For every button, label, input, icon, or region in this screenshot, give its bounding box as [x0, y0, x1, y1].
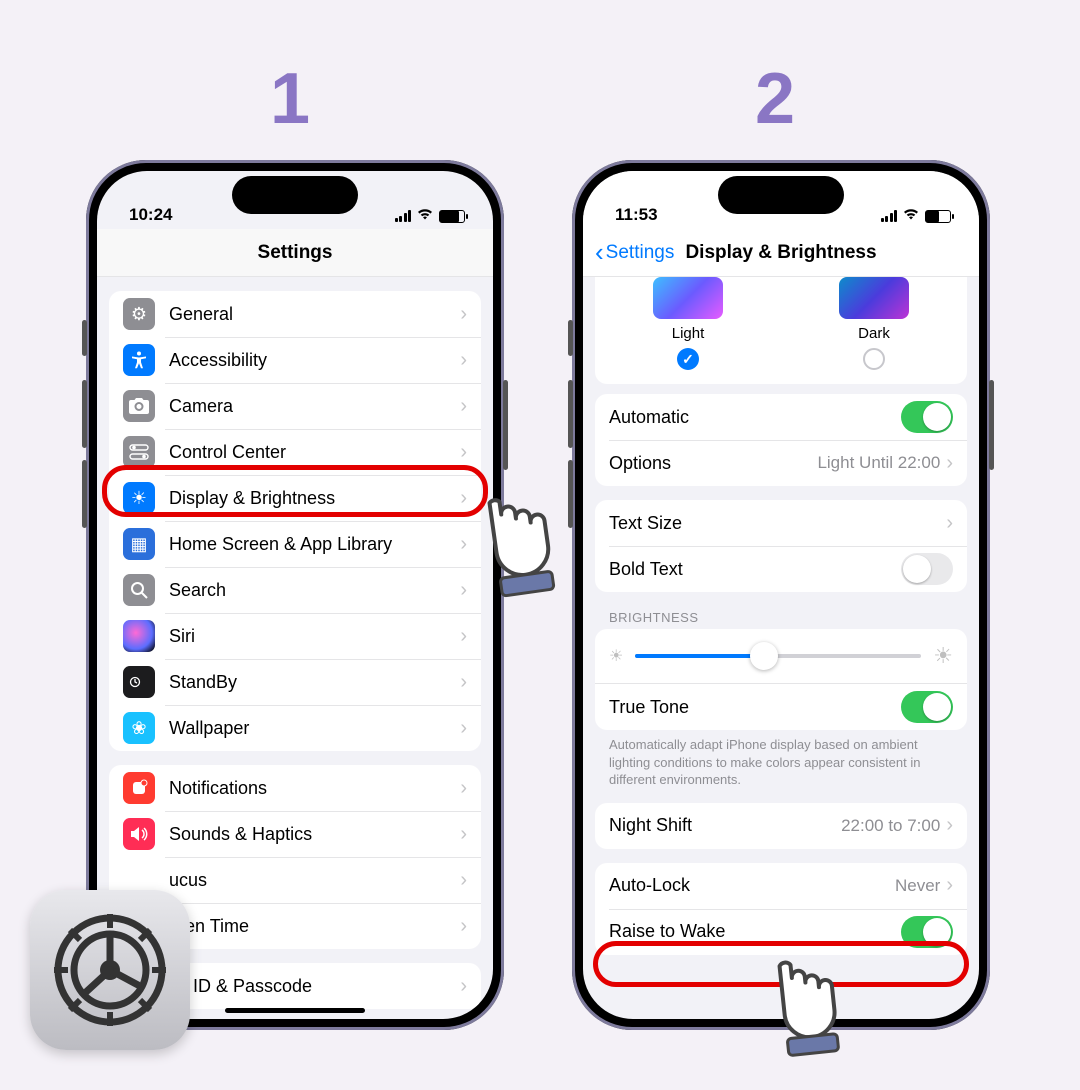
wifi-icon	[902, 207, 920, 225]
navbar: ‹Settings Display & Brightness	[583, 229, 979, 277]
wifi-icon	[416, 207, 434, 225]
chevron-right-icon: ›	[460, 303, 467, 326]
chevron-right-icon: ›	[460, 349, 467, 372]
page-title: Display & Brightness	[685, 242, 876, 264]
dynamic-island	[232, 176, 358, 214]
grid-icon: ▦	[123, 528, 155, 560]
battery-icon	[925, 210, 951, 223]
cellular-icon	[881, 210, 898, 222]
dynamic-island	[718, 176, 844, 214]
chevron-right-icon: ›	[460, 395, 467, 418]
row-true-tone[interactable]: True Tone	[595, 684, 967, 730]
flower-icon: ❀	[123, 712, 155, 744]
sun-large-icon: ☀	[933, 643, 953, 669]
sun-small-icon: ☀	[609, 646, 623, 666]
text-group: Text Size› Bold Text	[595, 500, 967, 592]
row-standby[interactable]: StandBy›	[109, 659, 481, 705]
step-number-1: 1	[270, 58, 310, 140]
switches-icon	[123, 436, 155, 468]
brightness-slider[interactable]: ☀ ☀	[595, 629, 967, 684]
row-home-screen[interactable]: ▦Home Screen & App Library›	[109, 521, 481, 567]
toggle-on-icon[interactable]	[901, 691, 953, 723]
speaker-icon	[123, 818, 155, 850]
chevron-right-icon: ›	[460, 671, 467, 694]
chevron-right-icon: ›	[460, 579, 467, 602]
row-auto-lock[interactable]: Auto-LockNever›	[595, 863, 967, 909]
phone-frame-2: 11:53 ‹Settings Display & Brightness Lig…	[572, 160, 990, 1030]
truetone-footer: Automatically adapt iPhone display based…	[609, 736, 953, 789]
chevron-right-icon: ›	[460, 717, 467, 740]
row-general[interactable]: ⚙General›	[109, 291, 481, 337]
chevron-right-icon: ›	[946, 814, 953, 837]
light-thumbnail	[653, 277, 723, 319]
toggle-off-icon[interactable]	[901, 553, 953, 585]
chevron-right-icon: ›	[460, 533, 467, 556]
clock-icon	[123, 666, 155, 698]
row-display-brightness[interactable]: ☀Display & Brightness›	[109, 475, 481, 521]
chevron-right-icon: ›	[460, 915, 467, 938]
chevron-right-icon: ›	[460, 487, 467, 510]
appearance-picker: Light ✓ Dark	[595, 277, 967, 384]
row-control-center[interactable]: Control Center›	[109, 429, 481, 475]
step-number-2: 2	[755, 58, 795, 140]
toggle-on-icon[interactable]	[901, 401, 953, 433]
truetone-group: True Tone	[595, 684, 967, 730]
row-search[interactable]: Search›	[109, 567, 481, 613]
battery-icon	[439, 210, 465, 223]
gear-icon	[50, 910, 170, 1030]
radio-unselected-icon	[863, 348, 885, 370]
chevron-right-icon: ›	[946, 452, 953, 475]
row-notifications[interactable]: Notifications›	[109, 765, 481, 811]
settings-app-icon	[30, 890, 190, 1050]
clock: 10:24	[129, 205, 172, 225]
chevron-right-icon: ›	[460, 823, 467, 846]
clock: 11:53	[615, 205, 658, 225]
appearance-light[interactable]: Light ✓	[653, 277, 723, 370]
row-raise-to-wake[interactable]: Raise to Wake	[595, 909, 967, 955]
search-icon	[123, 574, 155, 606]
row-text-size[interactable]: Text Size›	[595, 500, 967, 546]
toggle-on-icon[interactable]	[901, 916, 953, 948]
row-bold-text[interactable]: Bold Text	[595, 546, 967, 592]
row-accessibility[interactable]: Accessibility›	[109, 337, 481, 383]
chevron-right-icon: ›	[460, 625, 467, 648]
row-night-shift[interactable]: Night Shift22:00 to 7:00›	[595, 803, 967, 849]
row-wallpaper[interactable]: ❀Wallpaper›	[109, 705, 481, 751]
brightness-header: Brightness	[609, 610, 953, 625]
appearance-dark[interactable]: Dark	[839, 277, 909, 370]
chevron-right-icon: ›	[460, 975, 467, 998]
siri-icon	[123, 620, 155, 652]
accessibility-icon	[123, 344, 155, 376]
bell-icon	[123, 772, 155, 804]
brightness-icon: ☀	[123, 482, 155, 514]
chevron-right-icon: ›	[946, 874, 953, 897]
home-indicator[interactable]	[225, 1008, 365, 1013]
nightshift-group: Night Shift22:00 to 7:00›	[595, 803, 967, 849]
back-button[interactable]: ‹Settings	[595, 237, 674, 268]
dark-thumbnail	[839, 277, 909, 319]
camera-icon	[123, 390, 155, 422]
row-options[interactable]: OptionsLight Until 22:00›	[595, 440, 967, 486]
cellular-icon	[395, 210, 412, 222]
chevron-right-icon: ›	[460, 869, 467, 892]
row-sounds[interactable]: Sounds & Haptics›	[109, 811, 481, 857]
autolock-group: Auto-LockNever› Raise to Wake	[595, 863, 967, 955]
radio-selected-icon: ✓	[677, 348, 699, 370]
gear-icon: ⚙	[123, 298, 155, 330]
page-title: Settings	[258, 242, 333, 264]
row-automatic[interactable]: Automatic	[595, 394, 967, 440]
chevron-right-icon: ›	[460, 441, 467, 464]
navbar: Settings	[97, 229, 493, 277]
chevron-right-icon: ›	[946, 512, 953, 535]
settings-group-1: ⚙General› Accessibility› Camera› Control…	[109, 291, 481, 751]
appearance-auto-group: Automatic OptionsLight Until 22:00›	[595, 394, 967, 486]
row-siri[interactable]: Siri›	[109, 613, 481, 659]
row-camera[interactable]: Camera›	[109, 383, 481, 429]
chevron-right-icon: ›	[460, 777, 467, 800]
